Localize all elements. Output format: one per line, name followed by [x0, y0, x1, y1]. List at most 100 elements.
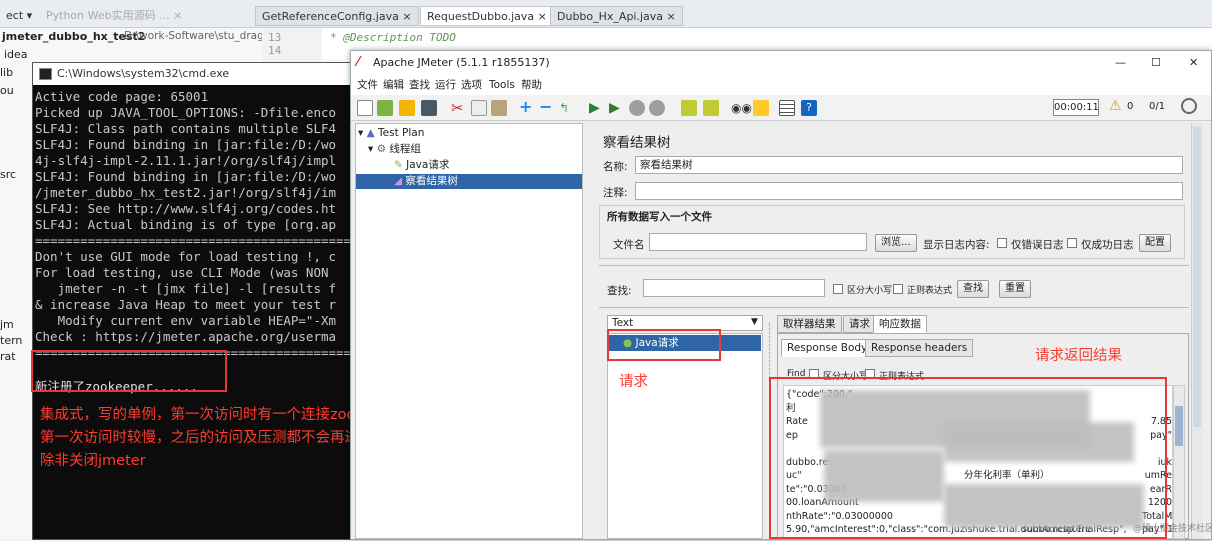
start-no-pause-icon[interactable]: ▶ [609, 100, 625, 116]
new-icon[interactable] [357, 100, 373, 116]
help-icon[interactable]: ? [801, 100, 817, 116]
tree-result-tree[interactable]: ◢ 察看结果树 [356, 174, 582, 189]
menu-tools[interactable]: Tools [489, 75, 515, 95]
cmd-line: & increase Java Heap to meet your test r [35, 297, 337, 312]
regex-checkbox[interactable] [893, 284, 903, 294]
menu-edit[interactable]: 编辑 [383, 75, 404, 95]
test-plan-icon: ▲ [366, 127, 375, 139]
tab-sampler-result[interactable]: 取样器结果 [777, 315, 842, 333]
close-button[interactable]: ✕ [1189, 51, 1198, 75]
cmd-line: 4j-slf4j-impl-2.11.1.jar!/org/slf4j/impl [35, 153, 337, 168]
warning-icon[interactable]: ⚠ [1109, 98, 1122, 114]
cmd-title-bar[interactable]: C:\Windows\system32\cmd.exe [33, 63, 353, 85]
find-button[interactable]: 查找 [957, 280, 989, 298]
copy-icon[interactable] [471, 100, 487, 116]
minimize-button[interactable]: — [1115, 51, 1126, 75]
menu-options[interactable]: 选项 [461, 75, 482, 95]
ide-tree-jm[interactable]: jm [0, 318, 14, 331]
scrollbar-thumb[interactable] [1175, 406, 1183, 446]
ide-tab-requestdubbo[interactable]: RequestDubbo.java × [420, 6, 554, 26]
subtab-response-headers[interactable]: Response headers [865, 339, 974, 357]
open-icon[interactable] [399, 100, 415, 116]
splitter[interactable] [599, 265, 1189, 269]
scrollbar-thumb[interactable] [1193, 127, 1201, 427]
response-scrollbar[interactable] [1173, 385, 1185, 539]
search-input[interactable] [643, 279, 825, 297]
errors-only-checkbox[interactable] [997, 238, 1007, 248]
cmd-icon [39, 68, 52, 80]
pencil-icon: ✎ [394, 159, 403, 171]
expand-icon[interactable]: + [519, 99, 535, 116]
ide-tab-dubbo-api[interactable]: Dubbo_Hx_Api.java × [550, 6, 683, 26]
subtab-response-body[interactable]: Response Body [781, 339, 874, 357]
reset-search-icon[interactable] [753, 100, 769, 116]
function-helper-icon[interactable] [779, 100, 795, 116]
filename-input[interactable] [649, 233, 867, 251]
thread-status-icon [1181, 98, 1197, 114]
tree-test-plan-label: Test Plan [378, 127, 425, 139]
ide-tab-1[interactable]: Python Web实用源码 ... × [40, 6, 188, 26]
success-only-label: 仅成功日志 [1081, 239, 1134, 251]
tree-java-request[interactable]: ✎ Java请求 [394, 158, 449, 173]
collapse-icon[interactable]: − [539, 99, 555, 116]
ide-tree-rat[interactable]: rat [0, 350, 16, 363]
start-icon[interactable]: ▶ [589, 100, 605, 116]
splitter[interactable] [599, 307, 1189, 311]
name-field[interactable]: 察看结果树 [635, 156, 1183, 174]
menu-help[interactable]: 帮助 [521, 75, 542, 95]
code-line: * @Description TODO [330, 31, 456, 44]
tree-toggle-icon[interactable]: ▾ [368, 143, 377, 155]
annotation-line-3: 除非关闭jmeter [40, 453, 146, 469]
ide-tab-bar: ect ▾ Python Web实用源码 ... × GetReferenceC… [0, 0, 1212, 28]
jmeter-window[interactable]: ⁄ Apache JMeter (5.1.1 r1855137) — ☐ ✕ 文… [350, 50, 1212, 540]
comment-field[interactable] [635, 182, 1183, 200]
cmd-line: Active code page: 65001 [35, 89, 209, 104]
ide-project-menu[interactable]: ect ▾ [0, 6, 38, 26]
tree-test-plan[interactable]: ▾ ▲ Test Plan [358, 126, 424, 141]
ide-tree-lib[interactable]: lib [0, 66, 13, 79]
jmeter-title-bar[interactable]: ⁄ Apache JMeter (5.1.1 r1855137) — ☐ ✕ [351, 51, 1211, 75]
menu-run[interactable]: 运行 [435, 75, 456, 95]
templates-icon[interactable] [377, 100, 393, 116]
clear-icon[interactable] [681, 100, 697, 116]
cut-icon[interactable]: ✂ [451, 100, 467, 116]
gear-icon: ⚙ [376, 143, 387, 155]
ide-tree-ou[interactable]: ou [0, 84, 14, 97]
chevron-down-icon[interactable]: ▼ [751, 317, 758, 327]
toggle-icon[interactable]: ↰ [559, 100, 575, 116]
search-label: 查找: [607, 285, 632, 297]
search-icon[interactable]: ◉◉ [731, 100, 752, 116]
ide-tree-idea[interactable]: idea [4, 48, 28, 61]
filename-label: 文件名 [613, 239, 645, 251]
stop-icon[interactable] [629, 100, 645, 116]
reset-button[interactable]: 重置 [999, 280, 1031, 298]
success-only-checkbox[interactable] [1067, 238, 1077, 248]
zookeeper-highlight-box [31, 350, 227, 392]
ide-tree-tern[interactable]: tern [0, 334, 22, 347]
save-icon[interactable] [421, 100, 437, 116]
cmd-line: For load testing, use CLI Mode (was NON [35, 265, 329, 280]
case-sensitive-checkbox[interactable] [833, 284, 843, 294]
ide-tree-src[interactable]: src [0, 168, 16, 181]
tree-toggle-icon[interactable]: ▾ [358, 127, 367, 139]
configure-button[interactable]: 配置 [1139, 234, 1171, 252]
tree-thread-group[interactable]: ▾ ⚙ 线程组 [368, 142, 421, 157]
menu-search[interactable]: 查找 [409, 75, 430, 95]
shutdown-icon[interactable] [649, 100, 665, 116]
cmd-line: Modify current env variable HEAP="-Xm [35, 313, 337, 328]
browse-button[interactable]: 浏览... [875, 234, 917, 252]
case-sensitive-label: 区分大小写 [847, 286, 893, 296]
clear-all-icon[interactable] [703, 100, 719, 116]
jmeter-logo-icon: ⁄ [357, 55, 360, 70]
paste-icon[interactable] [491, 100, 507, 116]
annotation-result: 请求返回结果 [1035, 348, 1122, 364]
tab-response-data[interactable]: 响应数据 [873, 315, 927, 333]
tab-request[interactable]: 请求 [843, 315, 876, 333]
panel-scrollbar[interactable] [1191, 123, 1203, 539]
maximize-button[interactable]: ☐ [1151, 51, 1161, 75]
tree-java-request-label: Java请求 [406, 159, 450, 171]
menu-file[interactable]: 文件 [357, 75, 378, 95]
ide-tab-getreference[interactable]: GetReferenceConfig.java × [255, 6, 419, 26]
active-threads: 0/1 [1149, 101, 1166, 112]
jmeter-title: Apache JMeter (5.1.1 r1855137) [373, 56, 550, 69]
